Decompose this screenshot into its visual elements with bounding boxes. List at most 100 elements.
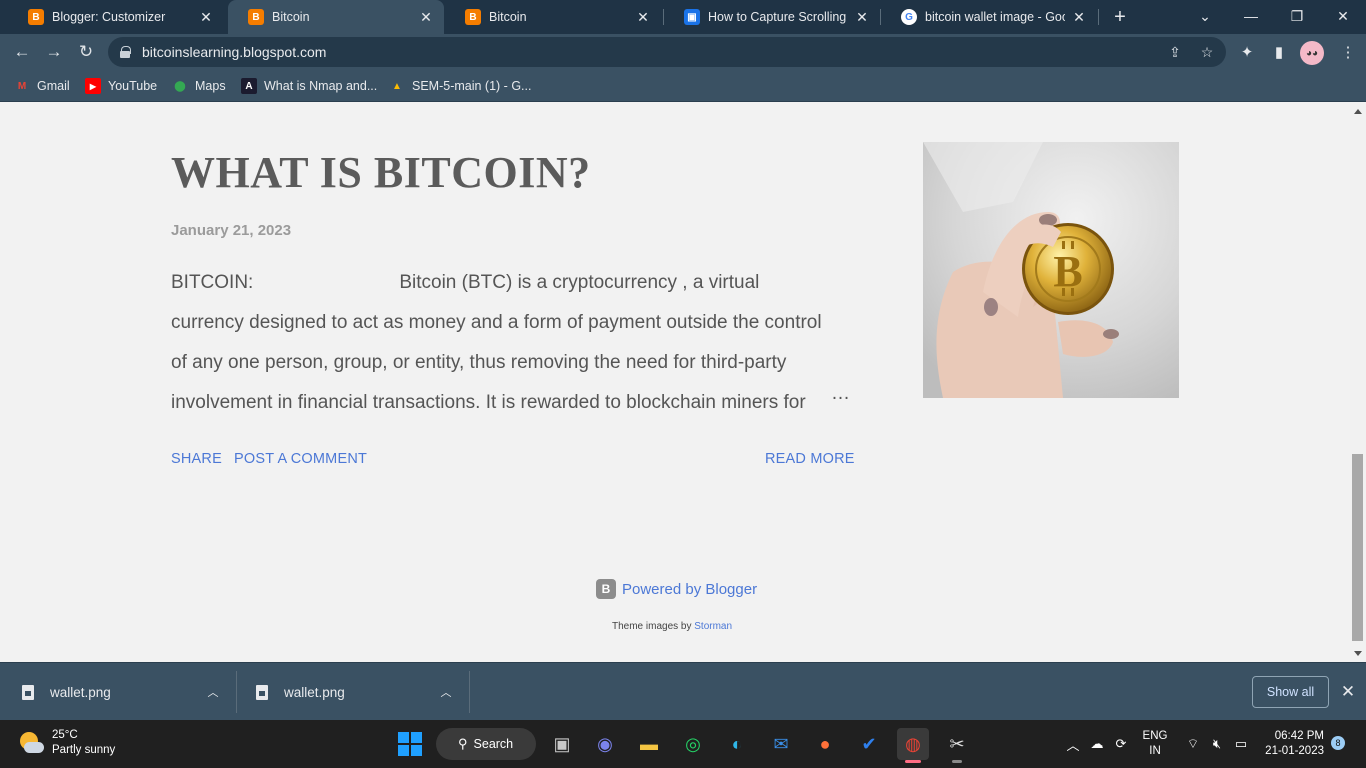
restore-button[interactable]: ❐ xyxy=(1274,0,1320,32)
svg-text:B: B xyxy=(1053,247,1082,296)
close-icon[interactable]: ✕ xyxy=(1338,682,1358,702)
download-item[interactable]: wallet.png xyxy=(256,663,345,721)
language-region: IN xyxy=(1149,745,1161,757)
powered-by-text[interactable]: Powered by Blogger xyxy=(622,581,757,598)
scroll-up-arrow-icon[interactable] xyxy=(1354,109,1362,114)
whatsapp-icon[interactable]: ◎ xyxy=(677,728,709,760)
bookmark-maps[interactable]: ⬤ Maps xyxy=(172,76,225,96)
tab-google-search[interactable]: G bitcoin wallet image - Googl ✕ xyxy=(881,0,1097,34)
snippet-line: involvement in financial transactions. I… xyxy=(171,392,806,413)
partly-sunny-icon xyxy=(18,730,44,756)
bookmark-star-icon[interactable]: ☆ xyxy=(1198,43,1216,61)
sync-icon[interactable]: ⟳ xyxy=(1111,734,1131,754)
close-icon[interactable]: ✕ xyxy=(1071,9,1087,25)
tab-search-chevron-icon[interactable]: ⌄ xyxy=(1182,0,1228,32)
profile-avatar[interactable]: ◕◕ xyxy=(1300,41,1324,65)
minimize-button[interactable]: — xyxy=(1228,0,1274,32)
tab-blogger-customizer[interactable]: B Blogger: Customizer ✕ xyxy=(8,0,224,34)
youtube-icon: ▶ xyxy=(85,78,101,94)
post-title[interactable]: WHAT IS BITCOIN? xyxy=(171,147,591,198)
language-code: ENG xyxy=(1142,730,1168,742)
wifi-icon[interactable]: ⌔ xyxy=(1183,734,1203,754)
clock-time: 06:42 PM xyxy=(1274,730,1324,742)
blogger-logo-icon: B xyxy=(596,579,616,599)
language-indicator[interactable]: ENG IN xyxy=(1140,729,1170,759)
download-item[interactable]: wallet.png xyxy=(22,663,111,721)
chevron-up-icon[interactable]: ︿ xyxy=(206,685,220,699)
powered-by-blogger[interactable]: B Powered by Blogger xyxy=(596,579,757,599)
bookmark-label: SEM-5-main (1) - G... xyxy=(412,79,532,93)
notification-badge[interactable]: 8 xyxy=(1331,736,1345,750)
tab-title: Blogger: Customizer xyxy=(52,10,166,24)
taskbar-search-label: Search xyxy=(473,737,514,751)
battery-icon[interactable]: ▭ xyxy=(1231,734,1251,754)
post-comment-link[interactable]: POST A COMMENT xyxy=(234,451,367,467)
page-scrollbar[interactable] xyxy=(1350,103,1366,662)
file-icon xyxy=(256,684,268,700)
side-panel-icon[interactable]: ▮ xyxy=(1269,42,1289,62)
download-separator xyxy=(236,671,237,713)
post-date[interactable]: January 21, 2023 xyxy=(171,222,291,239)
lock-icon[interactable] xyxy=(120,46,131,58)
edge-browser-icon[interactable]: ◐ xyxy=(721,728,753,760)
windows-start-icon[interactable] xyxy=(398,732,422,756)
bookmark-nmap[interactable]: A What is Nmap and... xyxy=(241,76,377,96)
maps-pin-icon: ⬤ xyxy=(174,80,186,92)
share-icon[interactable]: ⇪ xyxy=(1166,43,1184,61)
new-tab-button[interactable]: + xyxy=(1108,5,1132,29)
reload-icon[interactable]: ↻ xyxy=(72,38,100,66)
share-button[interactable]: SHARE xyxy=(171,451,222,467)
tab-capture-scrolling[interactable]: ▣ How to Capture Scrolling Scr ✕ xyxy=(664,0,880,34)
show-all-button[interactable]: Show all xyxy=(1252,676,1329,708)
theme-author-link[interactable]: Storman xyxy=(694,621,732,632)
file-icon xyxy=(22,684,34,700)
scroll-down-arrow-icon[interactable] xyxy=(1354,651,1362,656)
weather-widget[interactable]: 25°C Partly sunny xyxy=(18,728,115,758)
chrome-icon[interactable]: ◍ xyxy=(897,728,929,763)
google-drive-icon: ▲ xyxy=(392,80,402,92)
snipping-tool-icon[interactable]: ✂ xyxy=(941,728,973,763)
menu-kebab-icon[interactable]: ⋮ xyxy=(1338,42,1358,62)
post-snippet: BITCOIN: Bitcoin (BTC) is a cryptocurrenc… xyxy=(171,263,851,423)
download-separator xyxy=(469,671,470,713)
forward-arrow-icon[interactable]: → xyxy=(40,38,68,66)
onedrive-cloud-icon[interactable]: ☁ xyxy=(1087,734,1107,754)
tab-bitcoin-active[interactable]: B Bitcoin ✕ xyxy=(228,0,444,34)
extensions-puzzle-icon[interactable]: ✦ xyxy=(1237,42,1257,62)
snippet-line: of any one person, group, or entity, thu… xyxy=(171,352,787,373)
task-view-icon[interactable]: ▣ xyxy=(546,728,578,760)
address-bar[interactable]: bitcoinslearning.blogspot.com ⇪ ☆ xyxy=(108,37,1226,67)
file-explorer-icon[interactable]: ▬ xyxy=(633,728,665,760)
tab-title: How to Capture Scrolling Scr xyxy=(708,10,848,24)
bookmark-youtube[interactable]: ▶ YouTube xyxy=(85,76,157,96)
download-filename: wallet.png xyxy=(50,684,111,700)
scroll-thumb[interactable] xyxy=(1352,454,1363,641)
tab-bitcoin[interactable]: B Bitcoin ✕ xyxy=(445,0,661,34)
firefox-icon[interactable]: ● xyxy=(809,728,841,760)
chevron-up-icon[interactable]: ︿ xyxy=(439,685,453,699)
window-close-button[interactable]: ✕ xyxy=(1320,0,1366,32)
tray-chevron-up-icon[interactable]: ︿ xyxy=(1063,734,1083,754)
download-filename: wallet.png xyxy=(284,684,345,700)
bookmark-sem5[interactable]: ▲ SEM-5-main (1) - G... xyxy=(389,76,531,96)
browser-toolbar: ← → ↻ bitcoinslearning.blogspot.com ⇪ ☆ … xyxy=(0,34,1366,70)
back-arrow-icon[interactable]: ← xyxy=(8,38,36,66)
snippet-ellipsis: … xyxy=(831,383,850,404)
bookmark-gmail[interactable]: M Gmail xyxy=(14,76,70,96)
close-icon[interactable]: ✕ xyxy=(198,9,214,25)
todo-check-icon[interactable]: ✔ xyxy=(853,728,885,760)
taskbar-search[interactable]: ⚲ Search xyxy=(436,728,536,760)
close-icon[interactable]: ✕ xyxy=(635,9,651,25)
speaker-muted-icon[interactable]: 🔇︎ xyxy=(1207,734,1227,754)
theme-credit-prefix: Theme images by xyxy=(612,621,695,632)
close-icon[interactable]: ✕ xyxy=(418,9,434,25)
mail-icon[interactable]: ✉ xyxy=(765,728,797,760)
close-icon[interactable]: ✕ xyxy=(854,9,870,25)
system-clock[interactable]: 06:42 PM 21-01-2023 xyxy=(1260,729,1324,759)
windows-taskbar: 25°C Partly sunny ⚲ Search ▣ ◉ ▬ ◎ ◐ ✉ ●… xyxy=(0,720,1366,768)
weather-description: Partly sunny xyxy=(52,744,116,756)
post-thumbnail-image[interactable]: B xyxy=(923,142,1179,398)
url-text[interactable]: bitcoinslearning.blogspot.com xyxy=(142,44,326,60)
teams-chat-icon[interactable]: ◉ xyxy=(589,728,621,760)
read-more-link[interactable]: READ MORE xyxy=(765,451,855,467)
